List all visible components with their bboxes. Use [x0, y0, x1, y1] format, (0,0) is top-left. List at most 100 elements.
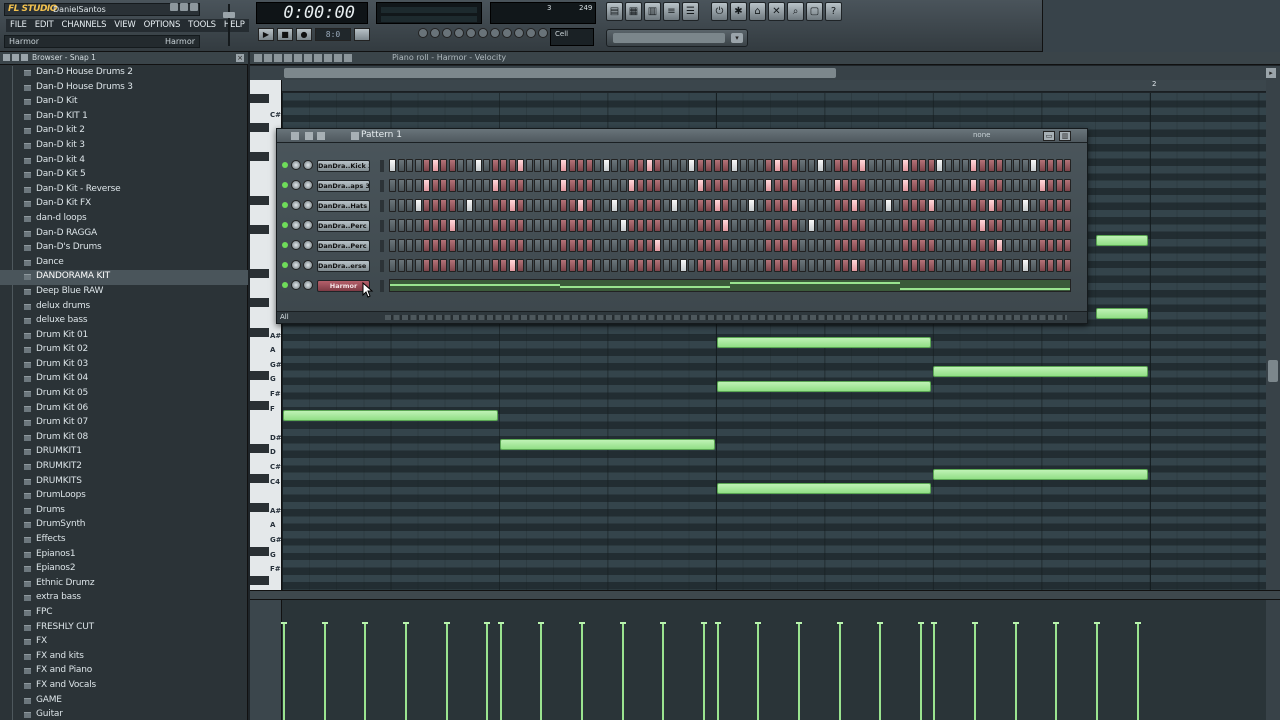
step-button[interactable] — [525, 239, 533, 252]
step-button[interactable] — [534, 159, 542, 172]
step-button[interactable] — [662, 259, 670, 272]
step-button[interactable] — [671, 199, 679, 212]
tempo-display[interactable]: 3 249 — [490, 2, 596, 24]
browser-folder[interactable]: Ethnic Drumz — [0, 577, 248, 592]
channel-volume-knob[interactable] — [303, 220, 313, 230]
step-button[interactable] — [867, 179, 875, 192]
step-button[interactable] — [731, 179, 738, 192]
step-button[interactable] — [397, 259, 405, 272]
browser-folder[interactable]: deluxe bass — [0, 314, 248, 329]
step-button[interactable] — [739, 159, 747, 172]
step-button[interactable] — [748, 239, 756, 252]
channel-select[interactable] — [380, 200, 384, 212]
step-button[interactable] — [1004, 159, 1012, 172]
step-button[interactable] — [525, 179, 533, 192]
note[interactable] — [716, 337, 932, 349]
step-button[interactable] — [1055, 219, 1063, 232]
step-button[interactable] — [936, 179, 944, 192]
step-button[interactable] — [483, 179, 491, 192]
step-button[interactable] — [551, 259, 559, 272]
step-button[interactable] — [568, 239, 576, 252]
step-button[interactable] — [440, 199, 448, 212]
step-button[interactable] — [517, 239, 525, 252]
step-button[interactable] — [483, 239, 491, 252]
step-button[interactable] — [654, 239, 662, 252]
step-button[interactable] — [773, 199, 781, 212]
step-button[interactable] — [654, 259, 662, 272]
delete-icon[interactable] — [294, 54, 302, 62]
step-button[interactable] — [431, 199, 439, 212]
step-button[interactable] — [765, 259, 773, 272]
step-button[interactable] — [807, 239, 815, 252]
browser-collapse-icon[interactable] — [21, 54, 28, 61]
step-button[interactable] — [1064, 259, 1072, 272]
browser-folder[interactable]: Dan-D House Drums 3 — [0, 81, 248, 96]
step-button[interactable] — [628, 259, 636, 272]
browser-folder[interactable]: Dan-D kit 3 — [0, 139, 248, 154]
step-button[interactable] — [867, 199, 875, 212]
vertical-scrollbar[interactable] — [1266, 80, 1280, 590]
step-button[interactable] — [859, 239, 867, 252]
step-button[interactable] — [440, 259, 448, 272]
step-button[interactable] — [756, 259, 764, 272]
step-button[interactable] — [1030, 219, 1038, 232]
step-button[interactable] — [936, 159, 944, 172]
step-button[interactable] — [525, 199, 533, 212]
step-button[interactable] — [662, 159, 670, 172]
sequencer-swing-icon[interactable] — [317, 132, 325, 140]
step-button[interactable] — [842, 199, 850, 212]
step-button[interactable] — [1047, 199, 1055, 212]
step-button[interactable] — [1030, 179, 1038, 192]
stop-button[interactable]: ■ — [277, 28, 293, 41]
step-button[interactable] — [927, 259, 935, 272]
velocity-bar[interactable] — [579, 622, 586, 720]
velocity-bar[interactable] — [917, 622, 924, 720]
step-button[interactable] — [688, 179, 696, 192]
step-button[interactable] — [414, 179, 422, 192]
sequencer-menu-icon[interactable] — [291, 132, 299, 140]
step-button[interactable] — [465, 179, 473, 192]
step-button[interactable] — [440, 219, 448, 232]
step-button[interactable] — [713, 259, 721, 272]
step-button[interactable] — [474, 199, 482, 212]
step-button[interactable] — [1047, 179, 1055, 192]
step-button[interactable] — [1038, 179, 1046, 192]
pattern-icon[interactable] — [526, 28, 536, 38]
step-button[interactable] — [910, 239, 918, 252]
step-button[interactable] — [850, 239, 858, 252]
step-button[interactable] — [406, 199, 414, 212]
step-button[interactable] — [474, 259, 482, 272]
browser-folder[interactable]: DRUMKIT2 — [0, 460, 248, 475]
step-button[interactable] — [833, 219, 841, 232]
step-button[interactable] — [705, 239, 713, 252]
browser-folder[interactable]: Drum Kit 02 — [0, 343, 248, 358]
step-button[interactable] — [423, 179, 431, 192]
step-button[interactable] — [1038, 159, 1046, 172]
step-button[interactable] — [542, 159, 550, 172]
typing-keyboard-icon[interactable] — [490, 28, 500, 38]
step-button[interactable] — [696, 159, 704, 172]
power-icon[interactable]: ⏻ — [711, 2, 728, 21]
step-button[interactable] — [842, 219, 850, 232]
step-button[interactable] — [978, 199, 986, 212]
step-button[interactable] — [961, 179, 969, 192]
velocity-bar[interactable] — [1094, 622, 1100, 720]
channel-select[interactable] — [380, 160, 384, 172]
browser-snap-icon[interactable] — [12, 54, 19, 61]
black-key[interactable] — [250, 196, 269, 206]
step-button[interactable] — [1038, 199, 1046, 212]
channel-volume-knob[interactable] — [303, 160, 313, 170]
scroll-thumb[interactable] — [1268, 360, 1278, 382]
step-button[interactable] — [748, 179, 756, 192]
step-button[interactable] — [884, 259, 892, 272]
step-button[interactable] — [910, 159, 918, 172]
step-button[interactable] — [816, 159, 824, 172]
step-button[interactable] — [987, 179, 995, 192]
step-button[interactable] — [662, 219, 670, 232]
step-button[interactable] — [996, 179, 1004, 192]
browser-folder[interactable]: GAME — [0, 694, 248, 709]
browser-folder[interactable]: Deep Blue RAW — [0, 285, 248, 300]
menu-file[interactable]: FILE — [6, 19, 31, 32]
minimize-icon[interactable] — [170, 3, 178, 11]
step-button[interactable] — [953, 179, 961, 192]
